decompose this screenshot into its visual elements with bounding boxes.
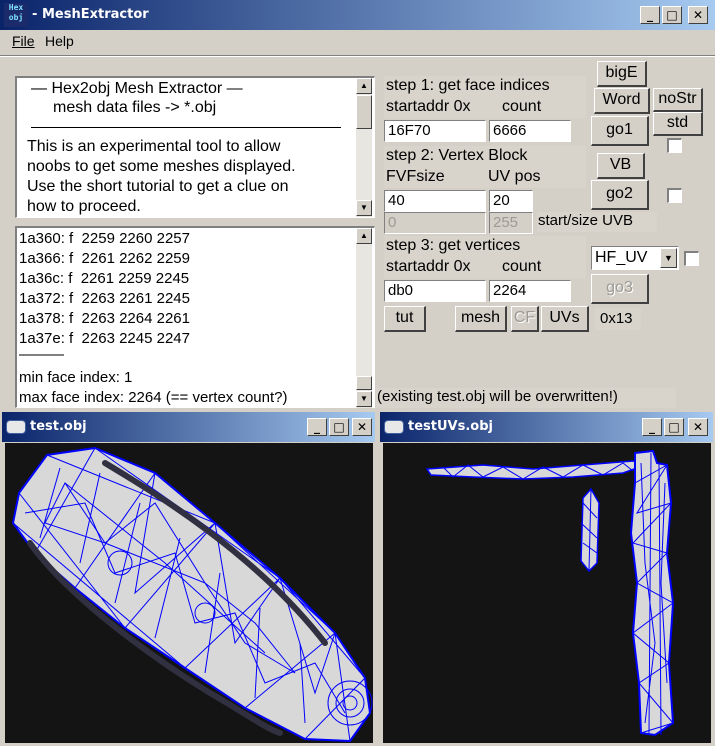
app-icon: Hex obj	[4, 3, 28, 27]
vb-button[interactable]: VB	[597, 153, 645, 179]
log-line: 1a37e: f 2263 2245 2247	[19, 330, 190, 347]
step3-count-input[interactable]: 2264	[489, 280, 571, 302]
step2-uvpos-label: UV pos	[488, 168, 541, 185]
uv-render	[425, 449, 675, 737]
info-text-line: This is an experimental tool to allow	[27, 138, 281, 155]
scroll-thumb[interactable]	[356, 95, 372, 129]
scroll-down-icon[interactable]: ▼	[356, 200, 372, 216]
step1-startaddr-label: startaddr 0x	[386, 98, 471, 115]
log-scrollbar[interactable]: ▲ ▼	[356, 228, 372, 408]
step2-uvpos-input[interactable]: 20	[489, 190, 533, 212]
warning-text: (existing test.obj will be overwritten!)	[377, 388, 618, 405]
word-button[interactable]: Word	[594, 88, 650, 114]
menu-bar: File Help	[0, 30, 715, 52]
scroll-thumb[interactable]	[356, 376, 372, 390]
std-button[interactable]: std	[653, 112, 703, 136]
go2-button[interactable]: go2	[591, 180, 649, 210]
window-icon	[384, 420, 404, 434]
uvb-size-input: 255	[489, 212, 533, 234]
log-line: 1a36c: f 2261 2259 2245	[19, 270, 190, 287]
close-button[interactable]: ✕	[352, 418, 372, 436]
viewer-left-window: test.obj _ □ ✕	[0, 410, 378, 746]
mesh-button[interactable]: mesh	[455, 306, 507, 332]
menu-file[interactable]: File	[12, 33, 35, 49]
info-divider	[31, 127, 341, 128]
menu-help[interactable]: Help	[45, 33, 74, 49]
maximize-button[interactable]: □	[662, 6, 682, 24]
mesh-render	[11, 446, 373, 743]
log-line: 1a366: f 2261 2262 2259	[19, 250, 190, 267]
window-title-prefix: -	[32, 7, 38, 22]
step3-count-label: count	[502, 258, 542, 275]
step1-count-input[interactable]: 6666	[489, 120, 571, 142]
log-max-index: max face index: 2264 (== vertex count?)	[19, 389, 288, 406]
info-title: — Hex2obj Mesh Extractor —	[31, 80, 243, 97]
uvb-label: start/size UVB	[538, 212, 634, 229]
log-line: 1a378: f 2263 2264 2261	[19, 310, 190, 327]
bigE-button[interactable]: bigE	[597, 61, 647, 87]
viewer-right-titlebar[interactable]: testUVs.obj _ □ ✕	[380, 412, 713, 442]
viewer-right-canvas[interactable]	[383, 443, 711, 743]
log-panel[interactable]: 1a360: f 2259 2260 2257 1a366: f 2261 22…	[15, 226, 375, 408]
info-panel[interactable]: — Hex2obj Mesh Extractor — mesh data fil…	[15, 76, 375, 218]
info-text-line: Use the short tutorial to get a clue on	[27, 178, 289, 195]
scroll-up-icon[interactable]: ▲	[356, 228, 372, 244]
step3-title: step 3: get vertices	[386, 237, 521, 254]
main-titlebar[interactable]: Hex obj - MeshExtractor _ □ ✕	[0, 0, 715, 30]
step1-count-label: count	[502, 98, 542, 115]
window-title: MeshExtractor	[42, 7, 149, 22]
menu-divider	[0, 55, 715, 57]
nostr-button[interactable]: noStr	[653, 88, 703, 112]
uv-island-tall	[629, 449, 675, 737]
viewer-left-canvas[interactable]	[5, 443, 373, 743]
window-icon	[6, 420, 26, 434]
viewer-left-titlebar[interactable]: test.obj _ □ ✕	[2, 412, 375, 442]
scroll-down-icon[interactable]: ▼	[356, 391, 372, 407]
info-scrollbar[interactable]: ▲ ▼	[356, 78, 372, 217]
log-separator: ———	[19, 346, 64, 363]
chevron-down-icon[interactable]: ▼	[660, 248, 677, 268]
main-window: Hex obj - MeshExtractor _ □ ✕ File Help …	[0, 0, 715, 410]
step2-fvf-input[interactable]: 40	[384, 190, 486, 212]
info-text-line: how to proceed.	[27, 198, 141, 215]
log-min-index: min face index: 1	[19, 369, 133, 386]
step2-checkbox[interactable]	[667, 188, 682, 203]
uv-mode-dropdown[interactable]: HF_UV ▼	[591, 246, 679, 270]
cf-button: CF	[511, 306, 539, 332]
log-line: 1a360: f 2259 2260 2257	[19, 230, 190, 247]
info-subtitle: mesh data files -> *.obj	[53, 99, 217, 116]
close-button[interactable]: ✕	[688, 418, 708, 436]
hex-label: 0x13	[600, 310, 633, 327]
log-line: 1a372: f 2263 2261 2245	[19, 290, 190, 307]
viewer-right-title: testUVs.obj	[408, 419, 493, 434]
go3-button: go3	[591, 274, 649, 304]
step3-startaddr-input[interactable]: db0	[384, 280, 486, 302]
minimize-button[interactable]: _	[640, 6, 660, 24]
maximize-button[interactable]: □	[664, 418, 684, 436]
step2-title: step 2: Vertex Block	[386, 147, 528, 164]
step1-startaddr-input[interactable]: 16F70	[384, 120, 486, 142]
tut-button[interactable]: tut	[384, 306, 426, 332]
mesh-silhouette	[11, 446, 372, 743]
minimize-button[interactable]: _	[307, 418, 327, 436]
minimize-button[interactable]: _	[642, 418, 662, 436]
step3-checkbox[interactable]	[684, 251, 699, 266]
step1-checkbox[interactable]	[667, 138, 682, 153]
uvs-button[interactable]: UVs	[541, 306, 589, 332]
uvb-start-input: 0	[384, 212, 486, 234]
step1-title: step 1: get face indices	[386, 77, 550, 94]
step3-startaddr-label: startaddr 0x	[386, 258, 471, 275]
viewer-left-title: test.obj	[30, 419, 87, 434]
scroll-up-icon[interactable]: ▲	[356, 78, 372, 94]
app-icon-text: Hex obj	[8, 3, 24, 22]
maximize-button[interactable]: □	[329, 418, 349, 436]
uv-mode-value: HF_UV	[595, 249, 648, 266]
step2-fvf-label: FVFsize	[386, 168, 445, 185]
close-button[interactable]: ✕	[688, 6, 708, 24]
viewer-right-window: testUVs.obj _ □ ✕	[378, 410, 715, 746]
info-text-line: noobs to get some meshes displayed.	[27, 158, 296, 175]
go1-button[interactable]: go1	[591, 116, 649, 146]
